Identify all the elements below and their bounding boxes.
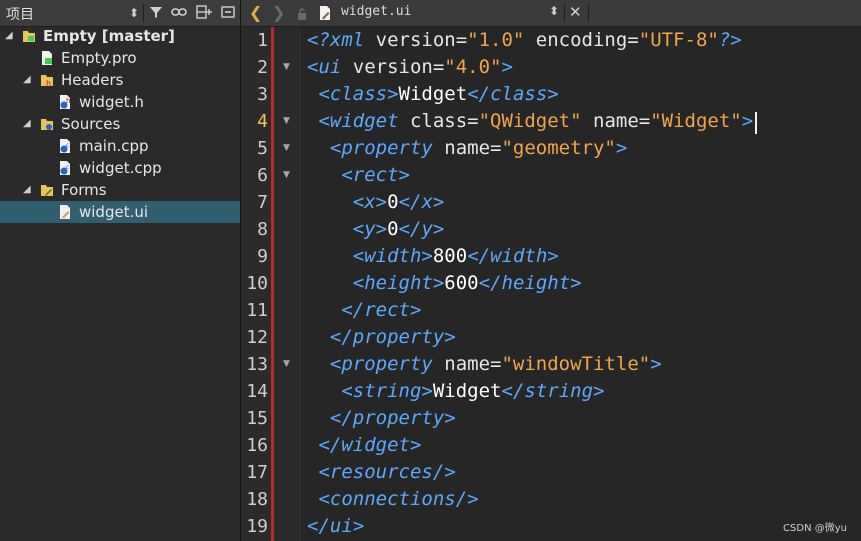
forms-folder-icon <box>40 182 54 198</box>
tree-item-empty-pro[interactable]: Empty.pro <box>0 47 240 69</box>
close-icon[interactable]: ✕ <box>569 3 582 21</box>
tree-item-sources[interactable]: ◢ Sources <box>0 113 240 135</box>
svg-text:h: h <box>66 97 70 105</box>
ui-file-icon <box>58 204 72 220</box>
line-number: 7 <box>257 192 268 213</box>
tree-item-label: Headers <box>61 71 124 89</box>
text-cursor <box>755 112 757 134</box>
link-icon[interactable] <box>171 5 187 21</box>
line-number: 1 <box>257 30 268 51</box>
watermark: CSDN @微yu <box>783 523 847 534</box>
line-number: 8 <box>257 219 268 240</box>
fold-arrow-icon[interactable]: ▼ <box>283 170 290 180</box>
expand-arrow-icon[interactable]: ◢ <box>23 179 35 201</box>
fold-arrow-icon[interactable]: ▼ <box>283 359 290 369</box>
code-line: <width>800</width> <box>352 245 559 267</box>
forward-arrow-icon[interactable]: ❯ <box>272 3 285 22</box>
line-number: 15 <box>246 408 268 429</box>
line-number: 17 <box>246 462 268 483</box>
line-number: 2 <box>257 57 268 78</box>
tree-item-empty-project[interactable]: ◢ Empty [master] <box>0 25 240 47</box>
tree-item-label: widget.cpp <box>79 159 162 177</box>
tree-item-label: main.cpp <box>79 137 149 155</box>
line-number: 13 <box>246 354 268 375</box>
line-number: 6 <box>257 165 268 186</box>
fold-arrow-icon[interactable]: ▼ <box>283 62 290 72</box>
tree-item-widget-h[interactable]: h widget.h <box>0 91 240 113</box>
expand-arrow-icon[interactable]: ◢ <box>23 69 35 91</box>
tree-item-forms[interactable]: ◢ Forms <box>0 179 240 201</box>
tree-item-label: Forms <box>61 181 107 199</box>
code-line: </ui> <box>307 515 365 537</box>
tree-item-label: Sources <box>61 115 121 133</box>
code-line: <property name="geometry"> <box>329 137 628 159</box>
ui-file-icon <box>318 5 332 25</box>
fold-arrow-icon[interactable]: ▼ <box>283 143 290 153</box>
line-number: 5 <box>257 138 268 159</box>
qt-project-icon <box>22 28 36 44</box>
pro-file-icon <box>40 50 54 66</box>
cpp-file-icon: c <box>58 138 72 154</box>
code-line: </widget> <box>318 434 422 456</box>
line-number: 16 <box>246 435 268 456</box>
project-panel-toolbar: 项目 ⬍ <box>0 0 240 27</box>
editor-toolbar: ❮ ❯ widget.ui ⬍ ✕ <box>241 0 861 27</box>
line-number: 12 <box>246 327 268 348</box>
code-line: <?xml version="1.0" encoding="UTF-8"?> <box>307 29 742 51</box>
code-line: <rect> <box>341 164 410 186</box>
change-marker-bar <box>271 27 274 541</box>
sources-folder-icon <box>40 116 54 132</box>
tree-item-headers[interactable]: ◢ h Headers <box>0 69 240 91</box>
filter-icon[interactable] <box>148 5 164 21</box>
code-line: </property> <box>329 407 456 429</box>
tree-item-label: Empty.pro <box>61 49 137 67</box>
line-number: 9 <box>257 246 268 267</box>
sort-updown-icon[interactable]: ⬍ <box>126 5 142 21</box>
open-file-name[interactable]: widget.ui <box>341 4 411 19</box>
line-number: 18 <box>246 489 268 510</box>
tree-item-label: Empty [master] <box>43 27 175 45</box>
fold-arrow-icon[interactable]: ▼ <box>283 116 290 126</box>
code-line: <connections/> <box>318 488 479 510</box>
line-number: 14 <box>246 381 268 402</box>
code-line: </property> <box>329 326 456 348</box>
svg-text:c: c <box>66 164 69 171</box>
svg-text:c: c <box>66 142 69 149</box>
back-arrow-icon[interactable]: ❮ <box>249 3 262 22</box>
tree-item-label: widget.ui <box>79 203 149 221</box>
panel-title: 项目 <box>6 7 34 23</box>
code-line: <widget class="QWidget" name="Widget"> <box>318 110 754 132</box>
code-line: <property name="windowTitle"> <box>329 353 662 375</box>
code-line: <height>600</height> <box>352 272 582 294</box>
headers-folder-icon: h <box>40 72 54 88</box>
expand-arrow-icon[interactable]: ◢ <box>5 25 17 47</box>
code-line: <string>Widget</string> <box>341 380 605 402</box>
line-number: 11 <box>246 300 268 321</box>
code-line: <ui version="4.0"> <box>307 56 513 78</box>
close-panel-icon[interactable] <box>220 5 236 21</box>
code-line: </rect> <box>341 299 422 321</box>
cpp-file-icon: c <box>58 160 72 176</box>
tree-item-widget-ui[interactable]: widget.ui <box>0 201 240 223</box>
line-number: 4 <box>257 111 268 132</box>
svg-text:h: h <box>46 79 51 88</box>
code-line: <y>0</y> <box>352 218 445 240</box>
tree-item-widget-cpp[interactable]: c widget.cpp <box>0 157 240 179</box>
line-number: 3 <box>257 84 268 105</box>
code-line: <class>Widget</class> <box>318 83 559 105</box>
tree-item-label: widget.h <box>79 93 144 111</box>
project-panel: 项目 ⬍ ◢ Empty [master] Empty.pro ◢ h Head… <box>0 0 240 541</box>
line-number: 19 <box>246 516 268 537</box>
split-add-icon[interactable] <box>196 5 212 21</box>
expand-arrow-icon[interactable]: ◢ <box>23 113 35 135</box>
file-dropdown-icon[interactable]: ⬍ <box>549 4 559 18</box>
tree-item-main-cpp[interactable]: c main.cpp <box>0 135 240 157</box>
code-line: <x>0</x> <box>352 191 445 213</box>
line-number: 10 <box>246 273 268 294</box>
lock-icon[interactable] <box>296 6 308 25</box>
code-line: <resources/> <box>318 461 456 483</box>
header-file-icon: h <box>58 94 72 110</box>
